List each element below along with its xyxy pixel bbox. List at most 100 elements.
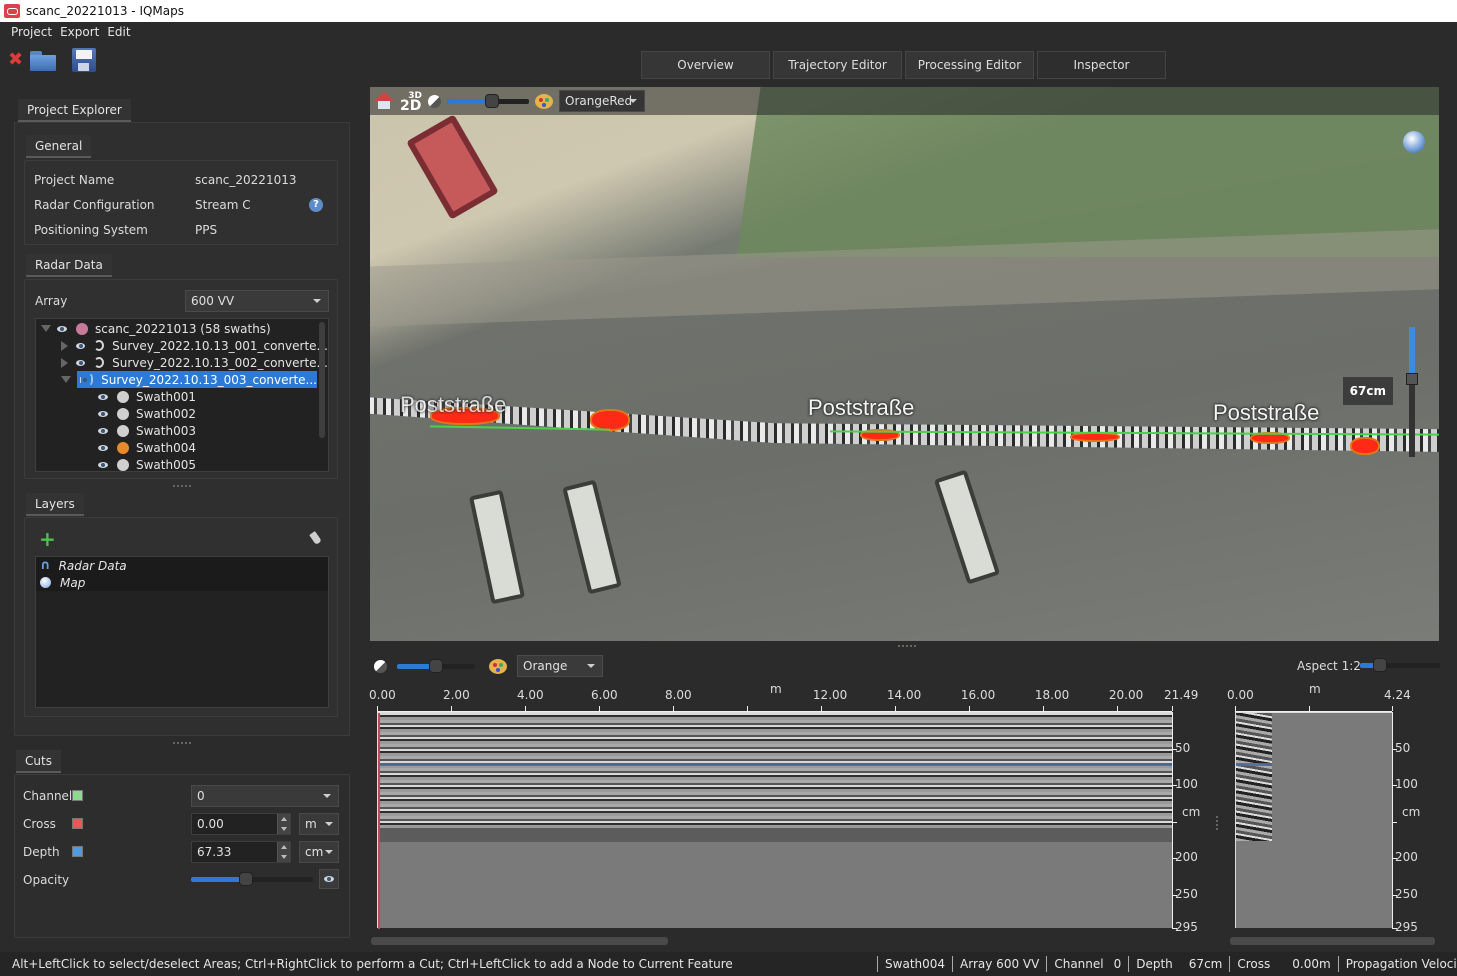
visibility-eye-icon[interactable] — [98, 444, 108, 451]
tree-survey-3[interactable]: Survey_2022.10.13_003_converte... — [36, 371, 328, 388]
slider-handle[interactable] — [1373, 658, 1387, 672]
layer-label: Radar Data — [58, 558, 127, 573]
opacity-slider[interactable] — [191, 872, 313, 886]
survey-sync-icon — [93, 340, 105, 351]
y-tick-label: 200 — [1395, 850, 1418, 865]
map-colormap-select[interactable]: OrangeRed — [559, 90, 645, 112]
splitter-handle[interactable] — [1216, 816, 1218, 830]
array-label: Array — [35, 294, 68, 308]
clear-brush-icon[interactable] — [309, 531, 322, 545]
tree-swath[interactable]: Swath005 — [36, 456, 328, 471]
open-folder-icon[interactable] — [30, 49, 56, 71]
depth-readout: 67cm — [1342, 377, 1393, 405]
help-icon[interactable]: ? — [309, 197, 323, 212]
tree-swath-active[interactable]: Swath004 — [36, 439, 328, 456]
radargram-image — [378, 713, 1173, 828]
cross-section-view[interactable] — [1235, 712, 1392, 928]
y-tick-label: 100 — [1395, 777, 1418, 792]
expand-arrow-icon[interactable] — [41, 325, 51, 332]
slider-handle[interactable] — [1406, 373, 1418, 385]
visibility-eye-icon[interactable] — [98, 461, 108, 468]
layer-map[interactable]: Map — [36, 574, 328, 591]
tree-root[interactable]: scanc_20221013 (58 swaths) — [36, 320, 328, 337]
positioning-value: PPS — [195, 222, 218, 237]
tree-swath[interactable]: Swath003 — [36, 422, 328, 439]
splitter-handle[interactable] — [173, 485, 191, 487]
add-layer-icon[interactable]: + — [39, 529, 56, 549]
depth-spinbox[interactable]: 67.33 — [191, 841, 291, 863]
chevron-down-icon — [323, 794, 331, 798]
swath-status-icon — [117, 390, 129, 403]
depth-label: Depth — [23, 845, 60, 859]
radargram-hscrollbar[interactable] — [371, 937, 668, 945]
menu-edit[interactable]: Edit — [105, 25, 136, 39]
radargram-contrast-slider[interactable] — [397, 659, 475, 673]
cross-section-image — [1236, 713, 1272, 841]
cross-cut-line[interactable] — [378, 713, 380, 929]
tree-survey-2[interactable]: Survey_2022.10.13_002_converte... — [36, 354, 328, 371]
y-tick-label: 250 — [1395, 887, 1418, 902]
tree-scrollbar[interactable] — [319, 322, 325, 438]
home-icon[interactable] — [374, 92, 394, 110]
selected-survey[interactable]: Survey_2022.10.13_003_converte... — [77, 371, 317, 388]
menu-project[interactable]: Project — [0, 25, 58, 39]
y-tick-mark — [1172, 858, 1177, 860]
visibility-eye-icon[interactable] — [98, 393, 108, 400]
visibility-eye-icon[interactable] — [76, 359, 85, 366]
menu-export[interactable]: Export — [58, 25, 105, 39]
radargram-colormap-select[interactable]: Orange — [517, 655, 603, 677]
visibility-eye-icon[interactable] — [98, 427, 108, 434]
cross-spinbox[interactable]: 0.00 — [191, 813, 291, 835]
spin-arrows-icon[interactable] — [277, 842, 290, 862]
radargram-view[interactable] — [377, 712, 1173, 929]
channel-color-swatch — [72, 790, 83, 801]
x-tick-mark — [672, 706, 674, 711]
collapse-arrow-icon[interactable] — [61, 357, 68, 368]
spin-arrows-icon[interactable] — [277, 814, 290, 834]
map-view[interactable]: Poststraße Poststraße Poststraße 3D 2D O… — [370, 87, 1439, 641]
cross-unit-select[interactable]: m — [299, 813, 339, 835]
depth-cut-line[interactable] — [1236, 763, 1272, 766]
slider-fill — [191, 877, 246, 882]
slider-handle[interactable] — [485, 94, 499, 108]
layer-radar-data[interactable]: ∩ Radar Data — [36, 557, 328, 574]
status-depth-value: 67cm — [1188, 957, 1223, 971]
globe-icon[interactable] — [1403, 131, 1425, 153]
swath-label: Swath004 — [136, 440, 196, 455]
x-tick-label: 2.00 — [442, 688, 470, 702]
visibility-eye-icon[interactable] — [98, 410, 108, 417]
survey-sync-icon — [89, 374, 94, 385]
aspect-slider[interactable] — [1360, 658, 1440, 672]
slider-handle[interactable] — [429, 659, 443, 673]
x-tick-label: 16.00 — [960, 688, 996, 702]
save-disk-icon[interactable] — [72, 48, 96, 72]
contrast-icon — [374, 659, 387, 673]
splitter-handle[interactable] — [898, 645, 916, 647]
tree-swath[interactable]: Swath002 — [36, 405, 328, 422]
cross-section-hscrollbar[interactable] — [1230, 937, 1435, 945]
collapse-arrow-icon[interactable] — [61, 340, 68, 351]
status-depth: Depth 67cm — [1128, 956, 1229, 972]
tab-overview[interactable]: Overview — [641, 51, 770, 79]
depth-unit-select[interactable]: cm — [299, 841, 339, 863]
visibility-eye-icon[interactable] — [57, 325, 67, 332]
channel-select[interactable]: 0 — [191, 785, 339, 807]
depth-slider[interactable] — [1406, 327, 1418, 457]
tab-inspector[interactable]: Inspector — [1037, 51, 1166, 79]
slider-handle[interactable] — [239, 872, 253, 886]
expand-arrow-icon[interactable] — [61, 376, 71, 383]
tree-survey-1[interactable]: Survey_2022.10.13_001_converte... — [36, 337, 328, 354]
app-logo-icon — [4, 4, 20, 18]
opacity-visibility-button[interactable] — [319, 869, 339, 889]
depth-cut-line[interactable] — [378, 763, 1173, 766]
close-project-icon[interactable]: ✖ — [8, 51, 24, 69]
tab-trajectory-editor[interactable]: Trajectory Editor — [773, 51, 902, 79]
tab-processing-editor[interactable]: Processing Editor — [905, 51, 1034, 79]
array-select[interactable]: 600 VV — [185, 290, 329, 312]
dimension-toggle[interactable]: 3D 2D — [400, 91, 422, 113]
tree-swath[interactable]: Swath001 — [36, 388, 328, 405]
visibility-eye-icon[interactable] — [76, 342, 85, 349]
splitter-handle[interactable] — [173, 742, 191, 744]
map-contrast-slider[interactable] — [447, 94, 529, 108]
x-tick-mark — [746, 706, 748, 711]
